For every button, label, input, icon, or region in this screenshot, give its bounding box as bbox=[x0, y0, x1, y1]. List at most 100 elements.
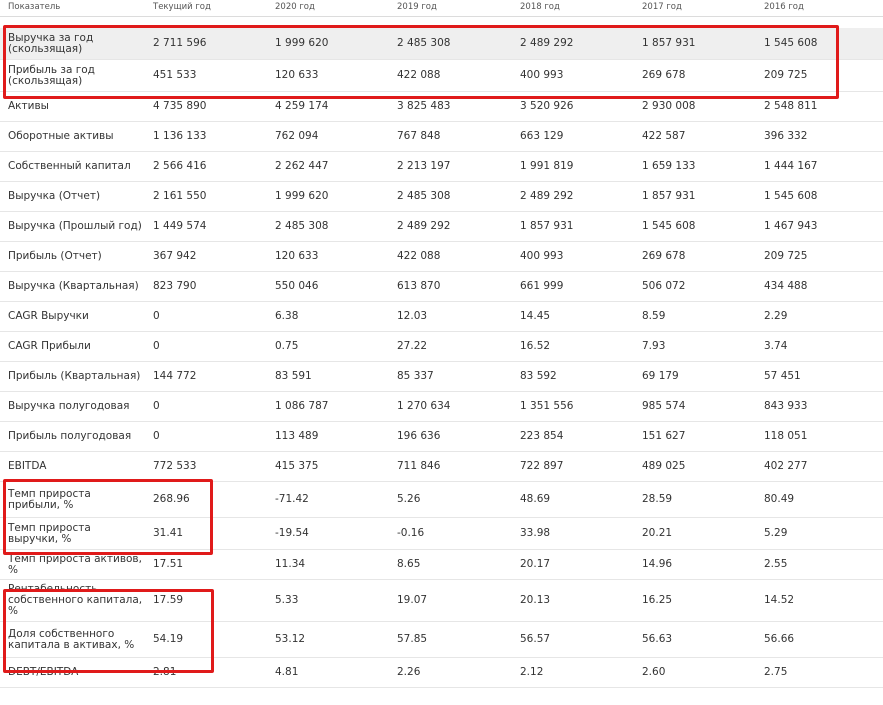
row-value: 402 277 bbox=[764, 460, 808, 472]
row-value: 2 489 292 bbox=[520, 37, 574, 49]
row-value: 57.85 bbox=[397, 633, 428, 645]
row-value: 1 136 133 bbox=[153, 130, 207, 142]
table-row: CAGR Выручки 0 6.38 12.03 14.45 8.59 2.29 bbox=[0, 302, 883, 332]
row-value: 4 735 890 bbox=[153, 100, 207, 112]
row-value: 2.12 bbox=[520, 666, 544, 678]
row-value: -71.42 bbox=[275, 493, 309, 505]
row-value: 0.75 bbox=[275, 340, 299, 352]
row-value: 11.34 bbox=[275, 558, 306, 570]
row-value: 1 444 167 bbox=[764, 160, 818, 172]
row-value: 16.52 bbox=[520, 340, 551, 352]
row-value: 4.81 bbox=[275, 666, 299, 678]
table-row: Прибыль (Отчет) 367 942 120 633 422 088 400 … bbox=[0, 242, 883, 272]
row-label: Выручка (Квартальная) bbox=[8, 280, 139, 292]
row-label: CAGR Выручки bbox=[8, 310, 89, 322]
table-row: Прибыль за год (скользящая) 451 533 120 63… bbox=[0, 60, 883, 92]
row-label: Прибыль за год (скользящая) bbox=[8, 63, 95, 87]
row-value: 53.12 bbox=[275, 633, 306, 645]
table-header: Показатель Текущий год 2020 год 2019 год… bbox=[0, 0, 883, 17]
row-value: 31.41 bbox=[153, 527, 184, 539]
row-value: 17.59 bbox=[153, 594, 184, 606]
table-row: Выручка за год (скользящая) 2 711 596 1 99… bbox=[0, 28, 883, 60]
row-value: 80.49 bbox=[764, 493, 795, 505]
row-value: 3 520 926 bbox=[520, 100, 574, 112]
financial-table: Показатель Текущий год 2020 год 2019 год… bbox=[0, 0, 883, 688]
row-value: 767 848 bbox=[397, 130, 441, 142]
row-value: 1 086 787 bbox=[275, 400, 329, 412]
row-value: 415 375 bbox=[275, 460, 319, 472]
row-value: 269 678 bbox=[642, 69, 686, 81]
table-row: Темп прироста активов, % 17.51 11.34 8.65 20… bbox=[0, 550, 883, 580]
row-value: 56.66 bbox=[764, 633, 795, 645]
row-value: 19.07 bbox=[397, 594, 428, 606]
row-value: 0 bbox=[153, 310, 160, 322]
row-label: EBITDA bbox=[8, 460, 47, 472]
row-value: 2 213 197 bbox=[397, 160, 451, 172]
row-value: 434 488 bbox=[764, 280, 808, 292]
row-value: 14.52 bbox=[764, 594, 795, 606]
row-value: 2.55 bbox=[764, 558, 788, 570]
row-value: 83 591 bbox=[275, 370, 312, 382]
row-value: 2 930 008 bbox=[642, 100, 696, 112]
row-value: 120 633 bbox=[275, 250, 319, 262]
row-value: 6.38 bbox=[275, 310, 299, 322]
row-label: Активы bbox=[8, 100, 49, 112]
row-label: Доля собственного капитала в активах, % bbox=[8, 627, 135, 651]
row-label: DEBT/EBITDA bbox=[8, 666, 79, 678]
row-value: 1 545 608 bbox=[764, 37, 818, 49]
row-value: 2.75 bbox=[764, 666, 788, 678]
row-value: 85 337 bbox=[397, 370, 434, 382]
row-label: Выручка (Прошлый год) bbox=[8, 220, 142, 232]
row-value: 20.13 bbox=[520, 594, 551, 606]
table-row: EBITDA 772 533 415 375 711 846 722 897 489 02… bbox=[0, 452, 883, 482]
row-value: 1 857 931 bbox=[520, 220, 574, 232]
row-value: 422 088 bbox=[397, 69, 441, 81]
row-value: 209 725 bbox=[764, 250, 808, 262]
row-value: 14.45 bbox=[520, 310, 551, 322]
row-value: 83 592 bbox=[520, 370, 557, 382]
row-value: 400 993 bbox=[520, 250, 564, 262]
row-value: 54.19 bbox=[153, 633, 184, 645]
table-row: Темп прироста выручки, % 31.41 -19.54 -0.16… bbox=[0, 518, 883, 550]
row-value: 56.63 bbox=[642, 633, 673, 645]
row-value: 772 533 bbox=[153, 460, 197, 472]
row-value: 396 332 bbox=[764, 130, 808, 142]
table-row: Выручка (Квартальная) 823 790 550 046 613 8… bbox=[0, 272, 883, 302]
row-value: 367 942 bbox=[153, 250, 197, 262]
header-indicator: Показатель bbox=[8, 2, 61, 12]
row-value: 451 533 bbox=[153, 69, 197, 81]
row-value: 151 627 bbox=[642, 430, 686, 442]
row-value: 14.96 bbox=[642, 558, 673, 570]
table-row: Активы 4 735 890 4 259 174 3 825 483 3 520 9… bbox=[0, 92, 883, 122]
row-label: Темп прироста прибыли, % bbox=[8, 487, 91, 511]
row-value: 2.26 bbox=[397, 666, 421, 678]
row-value: 1 545 608 bbox=[764, 190, 818, 202]
row-value: 118 051 bbox=[764, 430, 808, 442]
row-value: 20.17 bbox=[520, 558, 551, 570]
row-value: 20.21 bbox=[642, 527, 673, 539]
row-value: 5.26 bbox=[397, 493, 421, 505]
row-label: Прибыль (Квартальная) bbox=[8, 370, 141, 382]
row-value: 2 161 550 bbox=[153, 190, 207, 202]
row-value: 489 025 bbox=[642, 460, 686, 472]
row-value: 506 072 bbox=[642, 280, 686, 292]
row-value: 5.29 bbox=[764, 527, 788, 539]
row-value: 5.33 bbox=[275, 594, 299, 606]
row-value: 613 870 bbox=[397, 280, 441, 292]
header-current-year: Текущий год bbox=[153, 2, 211, 12]
header-2020: 2020 год bbox=[275, 2, 315, 12]
row-value: 762 094 bbox=[275, 130, 319, 142]
table-row: Оборотные активы 1 136 133 762 094 767 848 6… bbox=[0, 122, 883, 152]
table-row: Прибыль полугодовая 0 113 489 196 636 223 85… bbox=[0, 422, 883, 452]
row-value: 1 449 574 bbox=[153, 220, 207, 232]
row-value: 0 bbox=[153, 430, 160, 442]
row-value: 1 999 620 bbox=[275, 190, 329, 202]
row-value: 12.03 bbox=[397, 310, 428, 322]
row-value: 17.51 bbox=[153, 558, 184, 570]
row-value: 661 999 bbox=[520, 280, 564, 292]
row-value: 223 854 bbox=[520, 430, 564, 442]
row-label: Прибыль полугодовая bbox=[8, 430, 132, 442]
row-label: Рентабельность собственного капитала, % bbox=[8, 583, 143, 617]
table-row: Выручка (Прошлый год) 1 449 574 2 485 308 2… bbox=[0, 212, 883, 242]
row-value: 4 259 174 bbox=[275, 100, 329, 112]
